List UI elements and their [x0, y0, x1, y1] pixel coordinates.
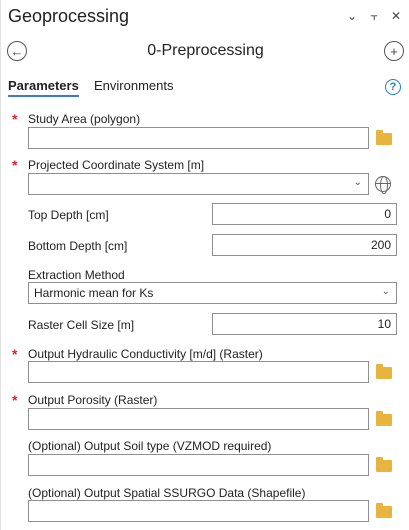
tab-parameters[interactable]: Parameters — [8, 78, 79, 97]
output-porosity-input[interactable] — [28, 408, 369, 430]
output-ssurgo-input[interactable] — [28, 500, 369, 522]
coordinate-system-globe-icon[interactable] — [375, 176, 391, 194]
close-icon[interactable]: ✕ — [390, 9, 402, 24]
browse-folder-icon[interactable] — [376, 130, 392, 145]
tab-environments[interactable]: Environments — [94, 78, 173, 93]
extraction-method-value: Harmonic mean for Ks — [34, 286, 154, 300]
help-icon[interactable]: ? — [385, 79, 401, 95]
bottom-depth-input[interactable]: 200 — [212, 234, 397, 256]
output-ssurgo-label: (Optional) Output Spatial SSURGO Data (S… — [28, 486, 306, 500]
required-marker: * — [12, 157, 18, 173]
output-soil-input[interactable] — [28, 454, 369, 476]
chevron-down-icon: ⌄ — [353, 177, 362, 188]
top-depth-label: Top Depth [cm] — [28, 208, 109, 222]
study-area-input[interactable] — [28, 127, 369, 149]
tool-header: ← 0-Preprocessing + — [1, 38, 409, 66]
required-marker: * — [12, 111, 18, 127]
browse-folder-icon[interactable] — [376, 364, 392, 379]
tab-bar: Parameters Environments ? — [1, 78, 409, 102]
output-porosity-label: Output Porosity (Raster) — [28, 393, 158, 407]
window-controls: ⌄ ⫟ ✕ — [346, 9, 402, 24]
geoprocessing-pane: Geoprocessing ⌄ ⫟ ✕ ← 0-Preprocessing + … — [0, 0, 409, 530]
required-marker: * — [12, 392, 18, 408]
browse-folder-icon[interactable] — [376, 503, 392, 518]
top-depth-input[interactable]: 0 — [212, 203, 397, 225]
study-area-label: Study Area (polygon) — [28, 112, 141, 126]
add-button[interactable]: + — [384, 41, 404, 61]
proj-coord-dropdown[interactable]: ⌄ — [28, 173, 369, 195]
bottom-depth-label: Bottom Depth [cm] — [28, 239, 128, 253]
browse-folder-icon[interactable] — [376, 411, 392, 426]
title-bar: Geoprocessing ⌄ ⫟ ✕ — [1, 0, 409, 34]
cell-size-input[interactable]: 10 — [212, 313, 397, 335]
pin-icon[interactable]: ⫟ — [368, 9, 380, 24]
pane-title: Geoprocessing — [8, 6, 130, 26]
tool-name: 0-Preprocessing — [147, 42, 264, 59]
extraction-method-dropdown[interactable]: Harmonic mean for Ks ⌄ — [28, 282, 397, 304]
options-chevron-icon[interactable]: ⌄ — [346, 9, 358, 24]
output-soil-label: (Optional) Output Soil type (VZMOD requi… — [28, 439, 272, 453]
required-marker: * — [12, 346, 18, 362]
chevron-down-icon: ⌄ — [381, 286, 390, 297]
extraction-method-label: Extraction Method — [28, 268, 125, 282]
browse-folder-icon[interactable] — [376, 457, 392, 472]
proj-coord-label: Projected Coordinate System [m] — [28, 158, 205, 172]
output-ks-input[interactable] — [28, 361, 369, 383]
cell-size-label: Raster Cell Size [m] — [28, 318, 135, 332]
add-icon: + — [390, 43, 398, 59]
output-ks-label: Output Hydraulic Conductivity [m/d] (Ras… — [28, 347, 263, 361]
